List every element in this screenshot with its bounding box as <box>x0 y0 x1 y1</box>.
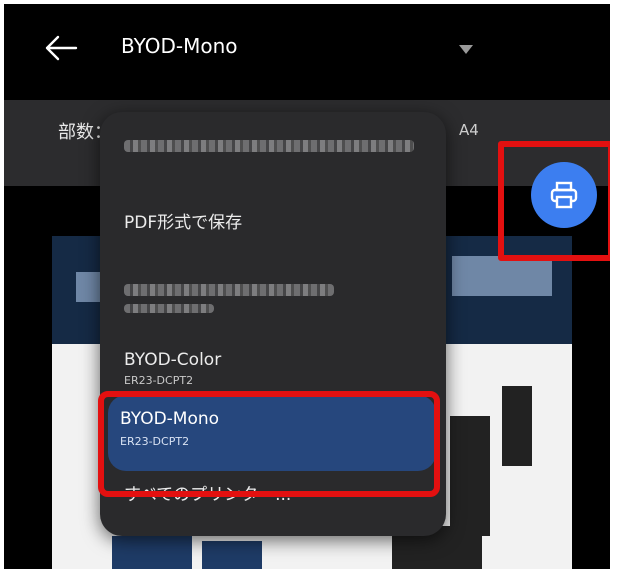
printer-item-sub: ER23-DCPT2 <box>124 374 194 387</box>
preview-pixel <box>112 536 192 569</box>
preview-pixel <box>450 416 490 536</box>
preview-pixel <box>452 256 552 296</box>
print-button-highlight <box>498 141 610 261</box>
preview-pixel <box>502 386 532 466</box>
blurred-printer-detail <box>124 304 214 313</box>
printer-item-label: BYOD-Color <box>124 350 222 370</box>
screen: BYOD-Mono 部数： A4 PDF形式で保存 BYOD-Color ER2… <box>4 4 610 569</box>
paper-size-value: A4 <box>459 121 479 139</box>
printer-item-label: PDF形式で保存 <box>124 213 243 233</box>
triangle-down-icon[interactable] <box>459 40 473 54</box>
printer-item-byod-color[interactable]: BYOD-Color ER23-DCPT2 <box>100 344 446 390</box>
selected-printer-title[interactable]: BYOD-Mono <box>121 34 238 58</box>
blurred-printer-name[interactable] <box>124 284 334 296</box>
blurred-printer-name[interactable] <box>124 140 414 152</box>
top-app-bar: BYOD-Mono <box>4 4 610 100</box>
arrow-left-icon[interactable] <box>44 34 78 62</box>
selected-printer-highlight <box>98 391 440 497</box>
printer-item-save-pdf[interactable]: PDF形式で保存 <box>100 200 446 240</box>
preview-pixel <box>202 541 262 569</box>
